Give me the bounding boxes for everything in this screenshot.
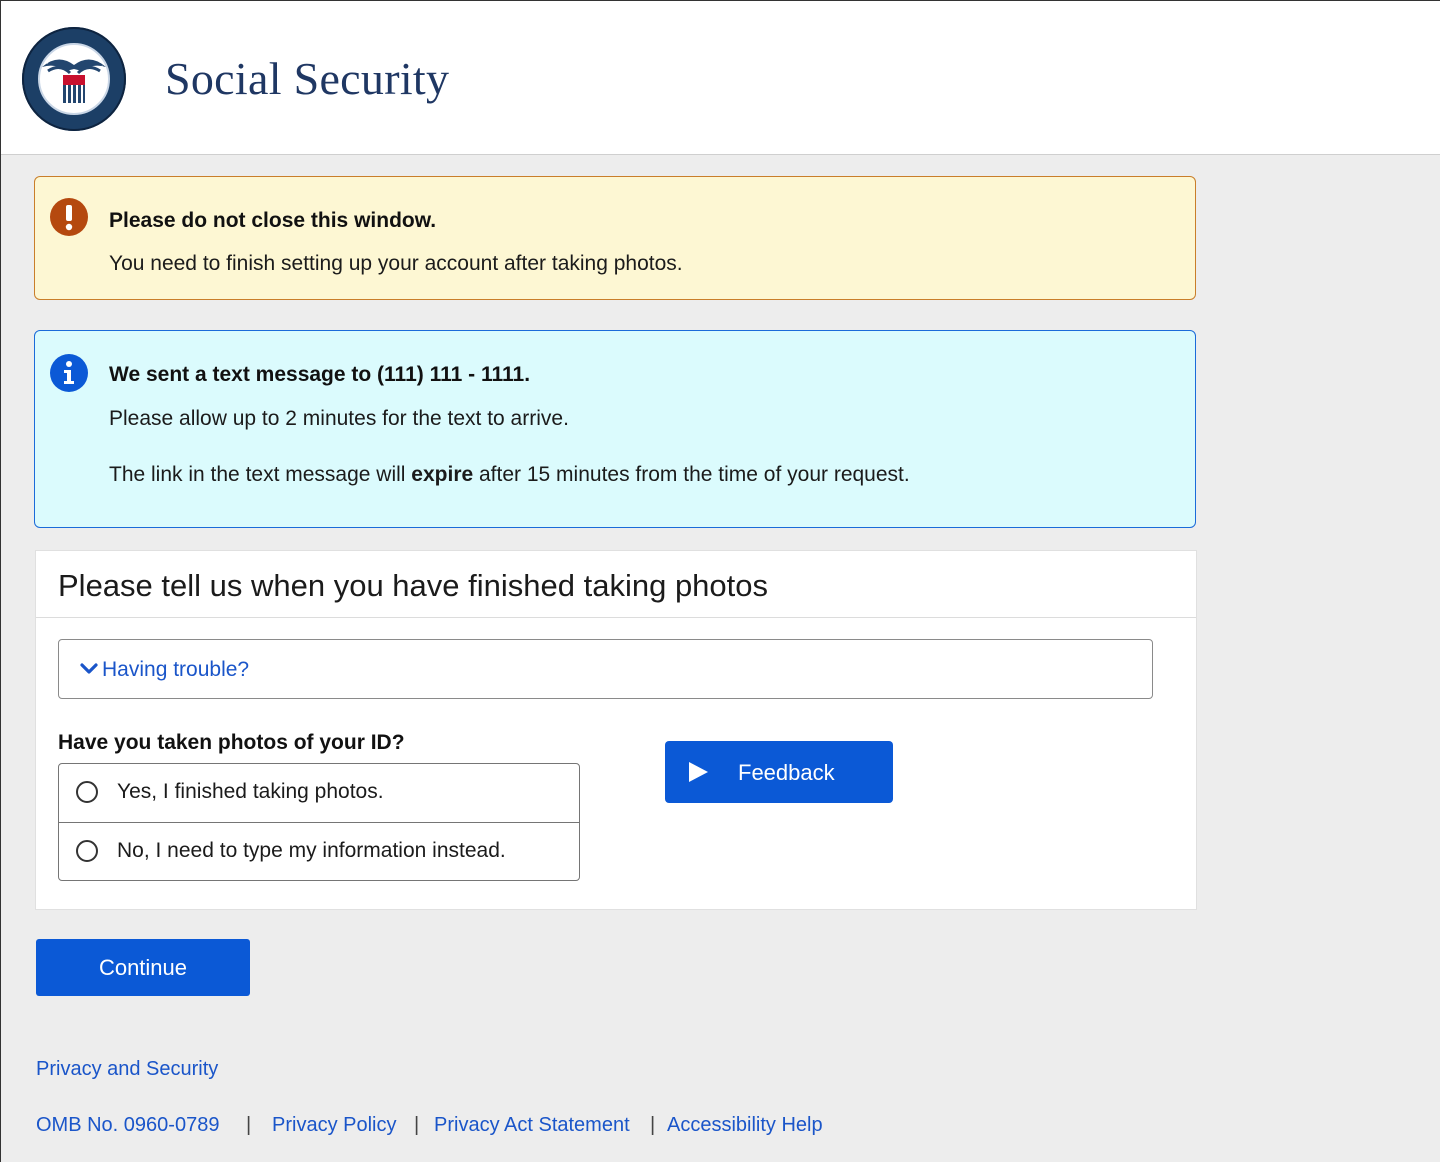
having-trouble-accordion[interactable]: Having trouble? [58, 639, 1153, 699]
photos-radio-group: Yes, I finished taking photos. No, I nee… [58, 763, 580, 881]
site-header: Social Security [0, 0, 1440, 155]
radio-button-yes[interactable] [76, 781, 98, 803]
feedback-button[interactable]: Feedback [665, 741, 893, 803]
info-title: We sent a text message to (111) 111 - 11… [109, 363, 531, 386]
play-icon [689, 762, 708, 782]
radio-option-yes[interactable]: Yes, I finished taking photos. [59, 764, 579, 822]
radio-button-no[interactable] [76, 840, 98, 862]
info-text-line1: Please allow up to 2 minutes for the tex… [109, 407, 569, 430]
photos-card: Please tell us when you have finished ta… [35, 550, 1197, 910]
continue-label[interactable]: Continue [36, 955, 250, 981]
radio-label-yes[interactable]: Yes, I finished taking photos. [117, 780, 384, 804]
accordion-label[interactable]: Having trouble? [102, 658, 249, 682]
card-divider [36, 617, 1196, 618]
site-title: Social Security [165, 53, 450, 104]
continue-button[interactable]: Continue [36, 939, 250, 996]
footer-separator: | [650, 1114, 656, 1136]
info-icon [50, 354, 88, 392]
feedback-label[interactable]: Feedback [738, 760, 835, 786]
warning-alert: Please do not close this window. You nee… [34, 176, 1196, 300]
ssa-seal-logo[interactable] [20, 25, 128, 133]
radio-label-no[interactable]: No, I need to type my information instea… [117, 839, 506, 863]
footer-separator: | [246, 1114, 252, 1136]
accessibility-help-link[interactable]: Accessibility Help [667, 1114, 823, 1137]
privacy-and-security-link[interactable]: Privacy and Security [36, 1058, 218, 1081]
photos-question: Have you taken photos of your ID? [58, 731, 405, 754]
warning-title: Please do not close this window. [109, 209, 437, 232]
chevron-down-icon [80, 663, 98, 674]
info-text-expire: expire [411, 463, 474, 486]
warning-text: You need to finish setting up your accou… [109, 252, 683, 275]
omb-number-link[interactable]: OMB No. 0960-0789 [36, 1114, 219, 1137]
exclamation-icon [50, 198, 88, 236]
radio-option-no[interactable]: No, I need to type my information instea… [59, 823, 579, 881]
card-title: Please tell us when you have finished ta… [58, 568, 769, 603]
info-text-line2-post: after 15 minutes from the time of your r… [473, 463, 910, 486]
privacy-policy-link[interactable]: Privacy Policy [272, 1114, 396, 1137]
privacy-act-statement-link[interactable]: Privacy Act Statement [434, 1114, 630, 1137]
info-alert: We sent a text message to (111) 111 - 11… [34, 330, 1196, 528]
footer-separator: | [414, 1114, 420, 1136]
info-text-line2-pre: The link in the text message will [109, 463, 412, 486]
info-text-line2: The link in the text message will expire… [109, 463, 910, 487]
